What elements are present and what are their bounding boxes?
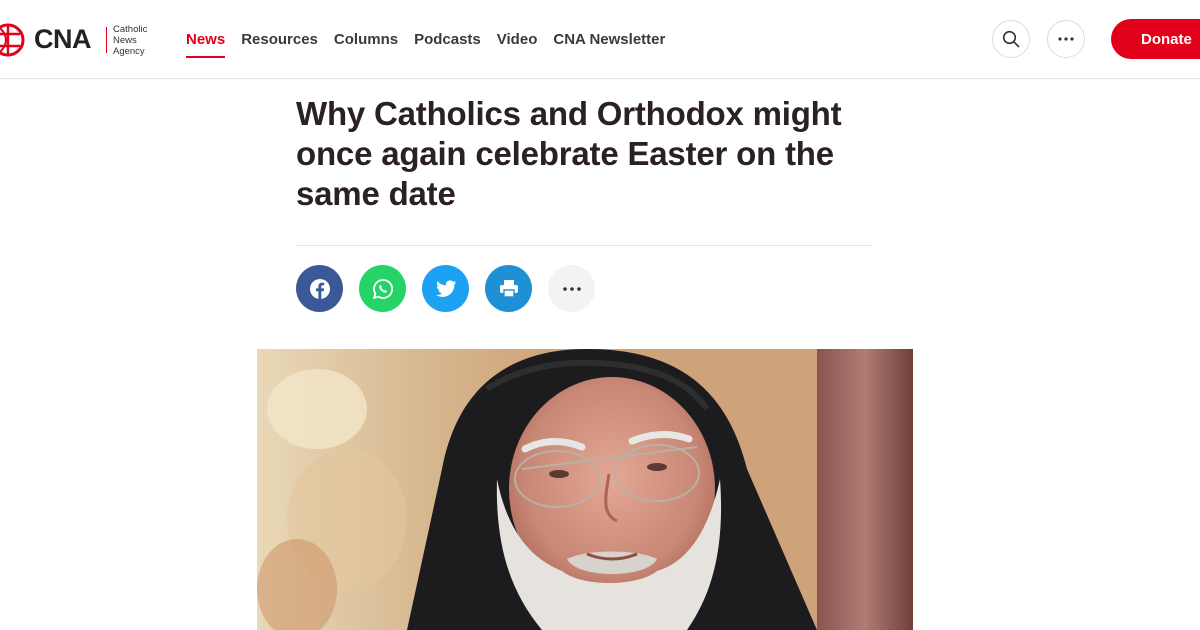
twitter-icon xyxy=(435,279,456,297)
logo-subtitle: Catholic News Agency xyxy=(113,24,147,57)
site-header: CNA Catholic News Agency News Resources … xyxy=(0,0,1200,79)
logo-divider xyxy=(106,27,107,53)
more-share-button[interactable] xyxy=(548,265,595,312)
article-headline: Why Catholics and Orthodox might once ag… xyxy=(296,95,842,212)
print-button[interactable] xyxy=(485,265,532,312)
hero-photo-illustration xyxy=(257,349,913,630)
share-bar xyxy=(296,265,595,312)
article-hero-image xyxy=(257,349,913,630)
facebook-icon xyxy=(309,278,330,299)
nav-item-news[interactable]: News xyxy=(186,0,226,78)
whatsapp-icon xyxy=(372,278,393,299)
nav-item-video[interactable]: Video xyxy=(497,0,538,78)
logo-subtitle-line: Agency xyxy=(113,46,145,57)
search-icon xyxy=(1002,30,1020,48)
divider xyxy=(296,245,873,246)
facebook-share-button[interactable] xyxy=(296,265,343,312)
whatsapp-share-button[interactable] xyxy=(359,265,406,312)
nav-item-podcasts[interactable]: Podcasts xyxy=(414,0,481,78)
logo-subtitle-line: News xyxy=(113,35,137,46)
main-nav: News Resources Columns Podcasts Video CN… xyxy=(186,0,665,78)
nav-item-resources[interactable]: Resources xyxy=(241,0,318,78)
nav-item-columns[interactable]: Columns xyxy=(334,0,398,78)
search-button[interactable] xyxy=(992,20,1030,58)
printer-icon xyxy=(499,279,518,298)
nav-item-cna-newsletter[interactable]: CNA Newsletter xyxy=(553,0,665,78)
logo-wordmark: CNA xyxy=(34,24,92,54)
globe-icon xyxy=(0,23,25,57)
ellipsis-icon xyxy=(562,286,581,291)
donate-button[interactable]: Donate xyxy=(1111,19,1200,59)
cna-logo[interactable]: CNA Catholic News Agency xyxy=(0,18,160,62)
ellipsis-icon xyxy=(1058,37,1074,41)
twitter-share-button[interactable] xyxy=(422,265,469,312)
logo-subtitle-line: Catholic xyxy=(113,24,148,35)
more-menu-button[interactable] xyxy=(1047,20,1085,58)
